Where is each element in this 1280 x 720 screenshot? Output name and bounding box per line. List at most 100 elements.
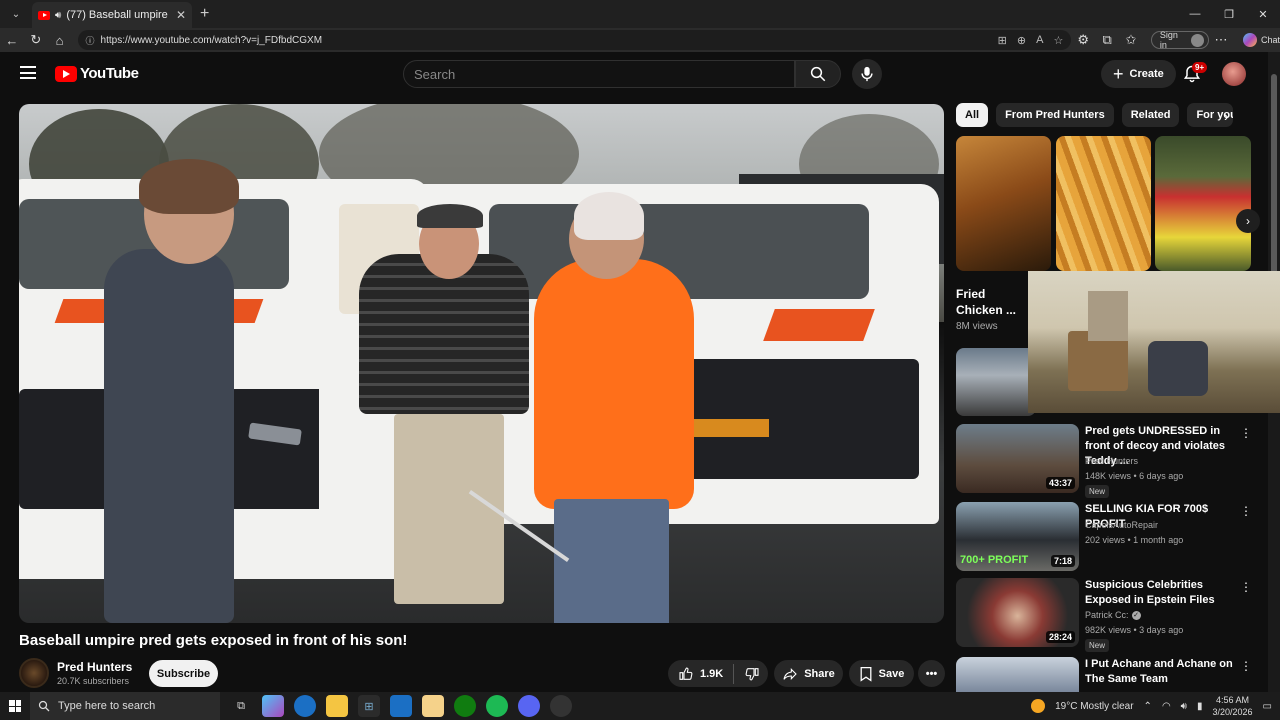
new-tab-icon[interactable]: + [200, 5, 209, 23]
create-button[interactable]: + Create [1101, 60, 1176, 88]
rec-thumbnail[interactable]: 43:37 [956, 424, 1079, 493]
short-thumbnail-2[interactable] [1056, 136, 1151, 271]
rec-more-icon[interactable]: ⋮ [1240, 426, 1252, 440]
more-actions-button[interactable]: ••• [918, 660, 945, 687]
voice-search-button[interactable] [852, 59, 882, 89]
person-middle-pants [394, 414, 504, 604]
account-avatar[interactable] [1222, 62, 1246, 86]
search-button[interactable] [795, 60, 841, 88]
edge-icon[interactable] [294, 695, 316, 717]
rec-title[interactable]: I Put Achane and Achane on The Same Team [1085, 657, 1235, 687]
short-title[interactable]: Fried Chicken ... [956, 286, 1026, 318]
weather-icon[interactable] [1031, 699, 1046, 713]
system-tray: 19°C Mostly clear ⌃ ◠ 🔊︎ ▮ 4:56 AM 3/20/… [1031, 694, 1280, 718]
restore-icon[interactable]: ❐ [1212, 8, 1246, 21]
rec-channel-name: Pred Hunters [1085, 456, 1139, 466]
copilot-chat-button[interactable]: Chat [1242, 33, 1280, 47]
speaker-icon[interactable]: 🔊︎ [55, 10, 61, 21]
zoom-icon[interactable]: ⊕ [1017, 34, 1026, 47]
clock[interactable]: 4:56 AM 3/20/2026 [1213, 694, 1253, 718]
rec-title[interactable]: Suspicious Celebrities Exposed in Epstei… [1085, 578, 1235, 608]
chip-all[interactable]: All [956, 103, 989, 127]
back-icon[interactable]: ← [0, 33, 24, 48]
windows-taskbar: Type here to search ⧉ ⊞ 19°C Mostly clea… [0, 692, 1280, 720]
app-icon[interactable] [550, 695, 572, 717]
refresh-icon[interactable]: ↻ [24, 32, 48, 48]
channel-name[interactable]: Pred Hunters [57, 660, 132, 674]
share-button[interactable]: Share [774, 660, 843, 687]
weather-text[interactable]: 19°C Mostly clear [1055, 701, 1133, 712]
app-icon[interactable]: ⊞ [998, 34, 1007, 47]
recommendation-item-3[interactable]: 28:24 Suspicious Celebrities Exposed in … [956, 578, 1268, 652]
xbox-icon[interactable] [454, 695, 476, 717]
chip-related[interactable]: Related [1121, 103, 1180, 127]
tab-list-icon[interactable]: ⌄ [4, 4, 28, 24]
tray-chevron-icon[interactable]: ⌃ [1144, 701, 1152, 712]
chip-from-channel[interactable]: From Pred Hunters [996, 103, 1114, 127]
discord-icon[interactable] [518, 695, 540, 717]
rec-thumbnail[interactable] [956, 657, 1079, 692]
rec-thumbnail[interactable]: 700+ PROFIT 7:18 [956, 502, 1079, 571]
rec-thumb-text: 700+ PROFIT [960, 554, 1029, 566]
rec-meta: 148K views • 6 days ago [1085, 471, 1184, 481]
youtube-logo[interactable]: YouTube [55, 65, 139, 82]
rec-channel-name: Patrick Cc: [1085, 610, 1129, 620]
rec-thumbnail[interactable]: 28:24 [956, 578, 1079, 647]
rec-more-icon[interactable]: ⋮ [1240, 580, 1252, 594]
rec-more-icon[interactable]: ⋮ [1240, 504, 1252, 518]
spotify-icon[interactable] [486, 695, 508, 717]
picture-in-picture-overlay[interactable] [1028, 271, 1280, 413]
like-count: 1.9K [700, 667, 724, 680]
person-left-shape [104, 249, 234, 623]
short-thumbnail-4[interactable] [956, 348, 1036, 416]
chips-next-icon[interactable]: › [1224, 108, 1229, 124]
save-button[interactable]: Save [849, 660, 914, 687]
task-view-icon[interactable]: ⧉ [230, 695, 252, 717]
battery-icon[interactable]: ▮ [1197, 701, 1203, 712]
search-input[interactable] [414, 66, 784, 82]
browser-tab-youtube[interactable]: 🔊︎ (77) Baseball umpire pred gets expose… [32, 2, 192, 28]
short-thumbnail-3[interactable] [1155, 136, 1251, 271]
channel-avatar[interactable] [19, 658, 49, 688]
rec-new-badge: New [1085, 639, 1110, 652]
menu-icon[interactable] [20, 66, 36, 79]
outlook-icon[interactable] [390, 695, 412, 717]
short-thumbnail-1[interactable] [956, 136, 1051, 271]
dislike-button[interactable] [734, 666, 770, 682]
shorts-next-icon[interactable]: › [1236, 209, 1260, 233]
taskbar-search[interactable]: Type here to search [30, 692, 220, 720]
url-field[interactable]: ⓘ https://www.youtube.com/watch?v=j_FDfb… [77, 30, 1072, 50]
close-window-icon[interactable]: ✕ [1246, 8, 1280, 21]
subscribe-button[interactable]: Subscribe [149, 660, 218, 687]
recommendation-item-2[interactable]: 700+ PROFIT 7:18 SELLING KIA FOR 700$ PR… [956, 502, 1268, 574]
notes-icon[interactable] [422, 695, 444, 717]
minimize-icon[interactable]: — [1178, 8, 1212, 21]
store-icon[interactable]: ⊞ [358, 695, 380, 717]
collections-icon[interactable]: ✩ [1119, 32, 1143, 48]
video-player[interactable] [19, 104, 944, 623]
signin-button[interactable]: Sign in [1150, 30, 1210, 50]
url-text: https://www.youtube.com/watch?v=j_FDfbdC… [100, 34, 323, 46]
split-screen-icon[interactable]: ⧉ [1095, 32, 1119, 48]
rec-duration: 7:18 [1050, 555, 1075, 567]
extensions-icon[interactable]: ⚙ [1071, 32, 1095, 48]
network-icon[interactable]: ◠ [1162, 701, 1171, 712]
create-label: Create [1129, 68, 1164, 80]
like-button[interactable]: 1.9K [668, 663, 735, 684]
clock-time: 4:56 AM [1216, 695, 1250, 705]
recommendation-item-4[interactable]: I Put Achane and Achane on The Same Team… [956, 657, 1268, 692]
read-aloud-icon[interactable]: A [1036, 34, 1043, 47]
rec-more-icon[interactable]: ⋮ [1240, 659, 1252, 673]
home-icon[interactable]: ⌂ [48, 33, 72, 48]
volume-icon[interactable]: 🔊︎ [1181, 701, 1187, 712]
recommendation-item-1[interactable]: 43:37 Pred gets UNDRESSED in front of de… [956, 424, 1268, 498]
more-menu-icon[interactable]: ⋯ [1209, 32, 1233, 48]
notification-center-icon[interactable]: ▭ [1263, 701, 1272, 712]
video-title: Baseball umpire pred gets exposed in fro… [19, 632, 408, 649]
favorite-star-icon[interactable]: ☆ [1053, 34, 1063, 47]
site-info-icon[interactable]: ⓘ [86, 34, 95, 47]
copilot-icon[interactable] [262, 695, 284, 717]
tab-close-icon[interactable]: ✕ [176, 8, 186, 22]
start-button[interactable] [0, 700, 30, 712]
file-explorer-icon[interactable] [326, 695, 348, 717]
